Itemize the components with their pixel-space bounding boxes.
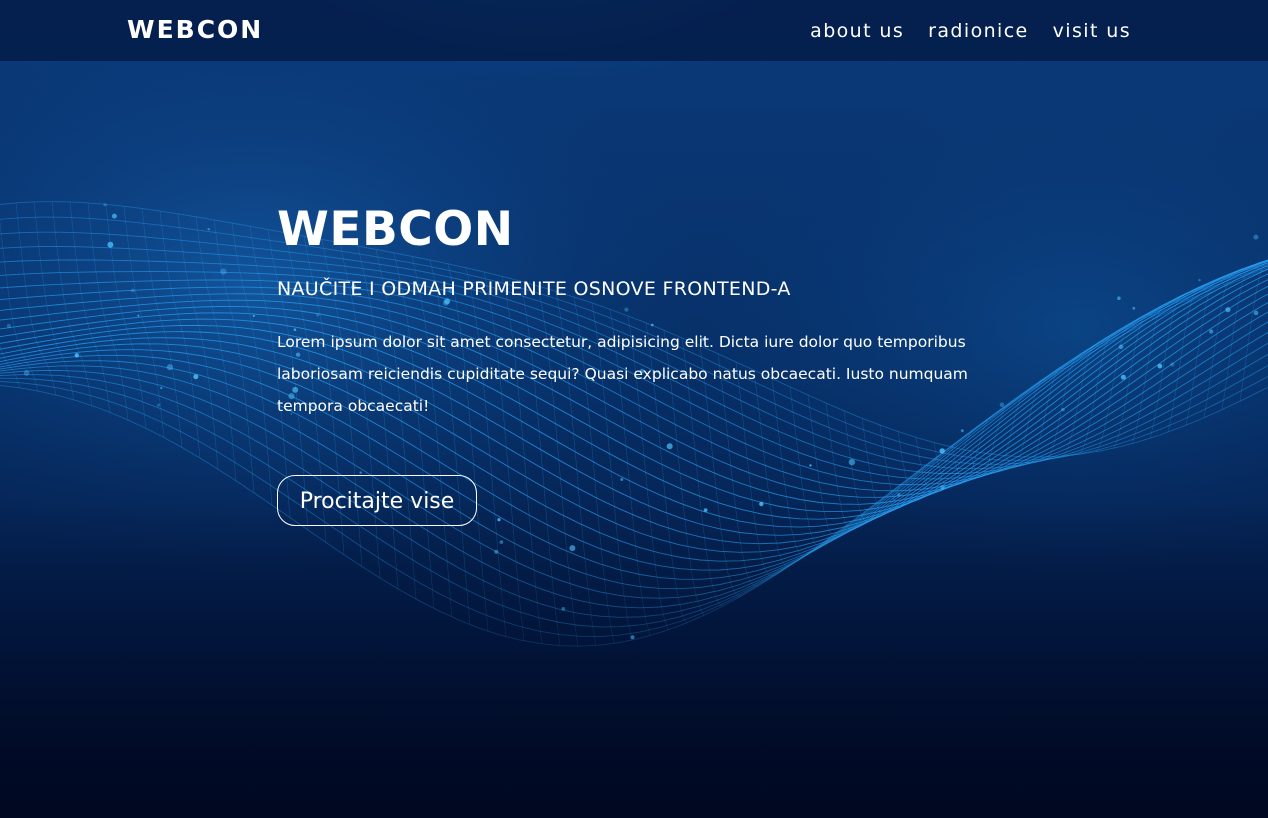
hero-section: WEBCON NAUČITE I ODMAH PRIMENITE OSNOVE …: [277, 196, 997, 422]
hero-description: Lorem ipsum dolor sit amet consectetur, …: [277, 333, 968, 415]
nav-link-about-us[interactable]: about us: [810, 17, 904, 45]
nav-link-visit-us[interactable]: visit us: [1053, 17, 1131, 45]
hero-title: WEBCON: [277, 202, 514, 257]
nav-link-radionice[interactable]: radionice: [928, 17, 1028, 45]
top-navbar: WEBCON about us radionice visit us: [0, 0, 1268, 61]
hero-subtitle: NAUČITE I ODMAH PRIMENITE OSNOVE FRONTEN…: [277, 278, 791, 300]
nav-menu: about us radionice visit us: [810, 17, 1131, 45]
brand-logo[interactable]: WEBCON: [127, 13, 263, 47]
read-more-button[interactable]: Procitajte vise: [277, 475, 477, 526]
